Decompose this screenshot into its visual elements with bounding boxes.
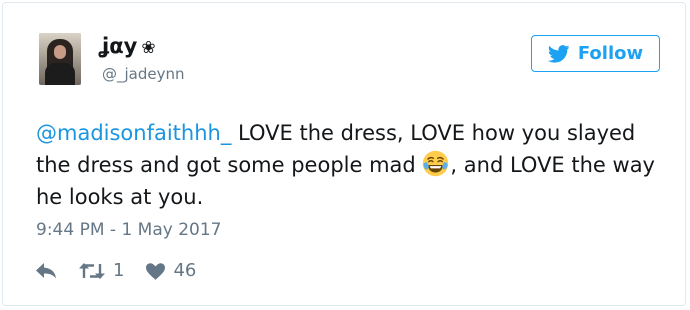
retweet-button[interactable]: 1: [79, 260, 124, 282]
tweet-timestamp[interactable]: 9:44 PM - 1 May 2017: [36, 219, 221, 241]
flower-icon: ❀: [141, 38, 156, 58]
user-name-text: ʝαу: [102, 34, 138, 58]
avatar-body: [45, 63, 75, 85]
like-count: 46: [173, 260, 197, 281]
user-name[interactable]: ʝαу ❀: [102, 34, 156, 60]
tweet-text: @madisonfaithhh_ LOVE the dress, LOVE ho…: [36, 117, 666, 213]
retweet-count: 1: [113, 260, 125, 281]
avatar-face: [54, 45, 66, 59]
reply-icon: [36, 263, 56, 279]
tweet-card: ʝαу ❀ @_jadeynn Follow @madisonfaithhh_ L…: [2, 2, 686, 306]
heart-icon: [146, 262, 166, 280]
follow-button-label: Follow: [577, 43, 644, 64]
like-button[interactable]: 46: [146, 260, 196, 282]
twitter-bird-icon: [547, 44, 570, 63]
mention-link[interactable]: @madisonfaithhh_: [36, 121, 231, 145]
reply-button[interactable]: [36, 263, 57, 279]
user-handle[interactable]: @_jadeynn: [102, 65, 185, 83]
avatar[interactable]: [39, 33, 81, 85]
follow-button[interactable]: Follow: [531, 35, 660, 72]
tweet-actions: 1 46: [36, 259, 196, 283]
retweet-icon: [79, 263, 105, 279]
face-with-tears-of-joy-emoji: [423, 150, 449, 177]
